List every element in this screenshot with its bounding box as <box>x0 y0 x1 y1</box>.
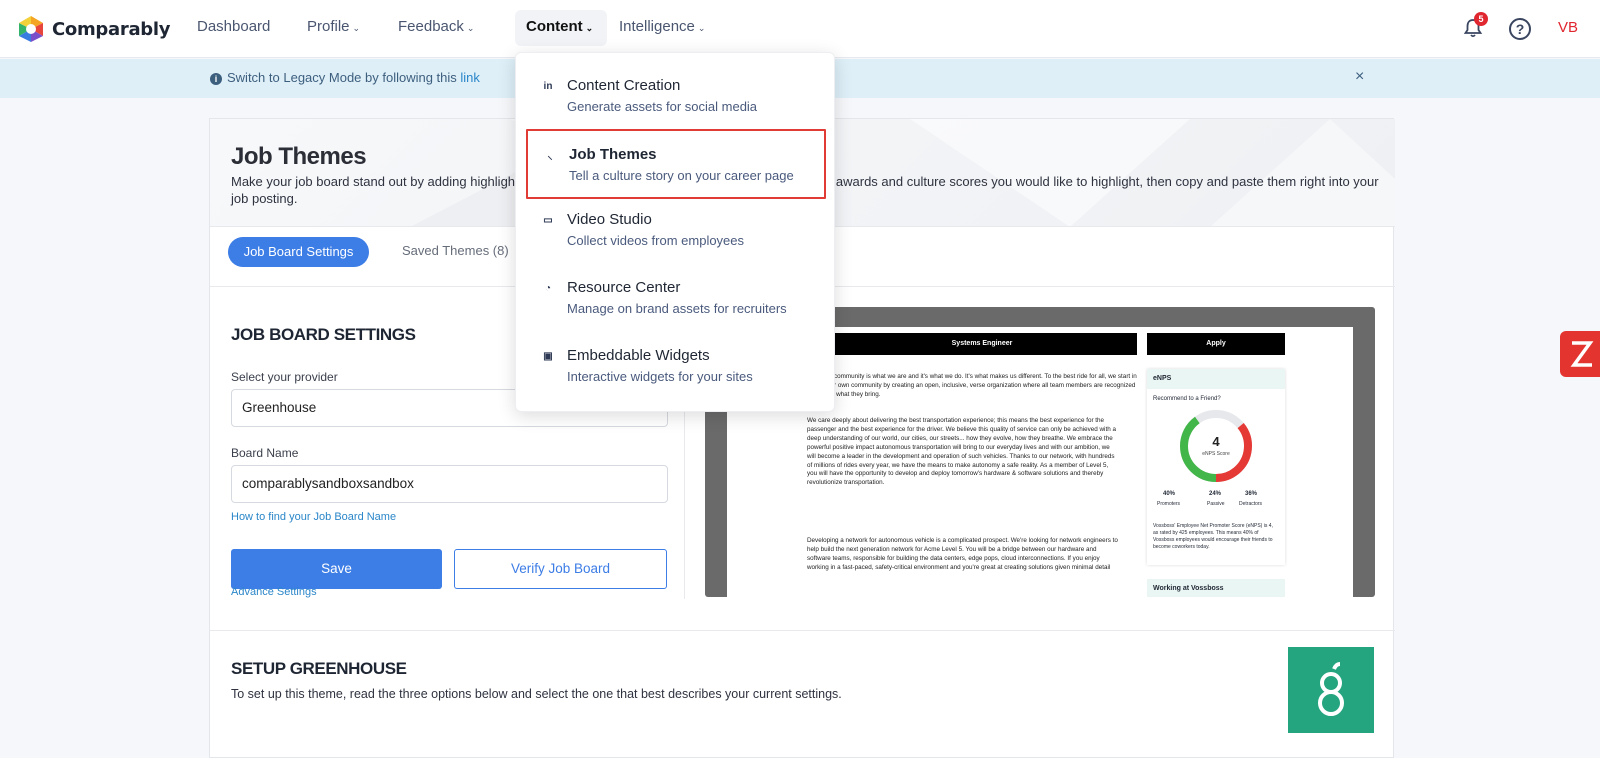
banner-message: i Switch to Legacy Mode by following this… <box>210 70 480 85</box>
save-button[interactable]: Save <box>231 549 442 589</box>
magic-wand-icon: ⸜ <box>547 151 553 162</box>
menu-item-title: Job Themes <box>569 146 657 163</box>
job-board-settings-heading: JOB BOARD SETTINGS <box>231 325 416 344</box>
menu-item-title: Resource Center <box>567 279 681 296</box>
preview-paragraph-2: We care deeply about delivering the best… <box>807 417 1116 487</box>
section-divider <box>210 630 1395 631</box>
banner-text: Switch to Legacy Mode by following this <box>227 70 461 85</box>
menu-item-job-themes[interactable]: ⸜ Job Themes Tell a culture story on you… <box>526 129 826 199</box>
enps-title: eNPS <box>1147 369 1285 389</box>
enps-promoters-pct: 40% <box>1163 491 1176 497</box>
preview-job-title: Systems Engineer <box>827 333 1137 355</box>
video-camera-icon: ▭ <box>543 215 553 226</box>
enps-detractors-label: Detractors <box>1239 501 1263 507</box>
menu-item-subtitle: Collect videos from employees <box>567 233 745 248</box>
enps-detractors-pct: 36% <box>1245 491 1258 497</box>
nav-intelligence-label: Intelligence <box>619 18 695 35</box>
enps-promoters-label: Promoters <box>1157 501 1181 507</box>
content-dropdown-menu: in Content Creation Generate assets for … <box>515 52 835 412</box>
notification-count-badge: 5 <box>1474 12 1488 26</box>
menu-item-subtitle: Tell a culture story on your career page <box>569 168 794 183</box>
legacy-mode-link[interactable]: link <box>460 70 480 85</box>
advance-settings-link[interactable]: Advance Settings <box>231 586 317 598</box>
nav-intelligence[interactable]: Intelligence ⌄ <box>619 18 705 35</box>
find-board-name-link[interactable]: How to find your Job Board Name <box>231 511 396 523</box>
app-name: Comparably <box>52 18 171 40</box>
preview-paragraph-3: Developing a network for autonomous vehi… <box>807 537 1118 571</box>
enps-widget: eNPS Recommend to a Friend? 4 eNPS Score… <box>1147 369 1285 565</box>
provider-label: Select your provider <box>231 370 338 384</box>
nav-content[interactable]: Content ⌄ <box>526 18 593 35</box>
board-name-input[interactable]: comparablysandboxsandbox <box>231 465 668 503</box>
menu-item-resource-center[interactable]: ◔ Resource Center Manage on brand assets… <box>526 269 826 335</box>
menu-item-title: Embeddable Widgets <box>567 347 710 364</box>
menu-item-title: Content Creation <box>567 77 681 94</box>
enps-score: 4 <box>1212 434 1220 449</box>
preview-paragraph-1: e, community is what we are and it's wha… <box>827 373 1137 398</box>
greenhouse-logo-icon <box>1318 662 1344 716</box>
close-icon[interactable]: × <box>1355 68 1364 86</box>
menu-item-video-studio[interactable]: ▭ Video Studio Collect videos from emplo… <box>526 201 826 267</box>
menu-item-content-creation[interactable]: in Content Creation Generate assets for … <box>526 67 826 133</box>
enps-question: Recommend to a Friend? <box>1153 396 1221 402</box>
menu-item-embeddable-widgets[interactable]: ▣ Embeddable Widgets Interactive widgets… <box>526 337 826 403</box>
menu-item-title: Video Studio <box>567 211 652 228</box>
enps-passive-pct: 24% <box>1209 491 1222 497</box>
resource-icon: ◔ <box>544 283 552 294</box>
enps-donut: 4 eNPS Score <box>1180 410 1252 482</box>
linkedin-icon: in <box>543 81 553 92</box>
nav-dashboard-label: Dashboard <box>197 18 271 35</box>
nav-profile-label: Profile <box>307 18 350 35</box>
nav-dashboard[interactable]: Dashboard <box>197 18 270 35</box>
comparably-logo-icon <box>19 16 43 42</box>
tab-saved-themes[interactable]: Saved Themes (8) <box>402 243 509 258</box>
help-icon[interactable]: ? <box>1509 18 1531 40</box>
chevron-down-icon: ⌄ <box>697 23 706 33</box>
provider-select-value: Greenhouse <box>242 400 317 415</box>
enps-passive-label: Passive <box>1207 501 1225 507</box>
page-description-part1: Make your job board stand out by adding … <box>231 174 519 189</box>
image-icon: ▣ <box>543 351 553 362</box>
menu-item-subtitle: Interactive widgets for your sites <box>567 369 753 384</box>
board-name-label: Board Name <box>231 446 299 460</box>
chevron-down-icon: ⌄ <box>466 23 475 33</box>
menu-item-subtitle: Generate assets for social media <box>567 99 758 114</box>
verify-job-board-button[interactable]: Verify Job Board <box>454 549 667 589</box>
side-widget-tab[interactable] <box>1560 331 1600 377</box>
nav-feedback-label: Feedback <box>398 18 464 35</box>
greenhouse-logo <box>1288 647 1374 733</box>
page-title: Job Themes <box>231 143 367 170</box>
nav-profile[interactable]: Profile ⌄ <box>307 18 360 35</box>
preview-apply-button: Apply <box>1147 333 1285 355</box>
setup-description: To set up this theme, read the three opt… <box>231 687 842 701</box>
comparably-logo[interactable]: Comparably <box>16 14 170 44</box>
user-avatar[interactable]: VB <box>1558 19 1578 36</box>
chevron-down-icon: ⌄ <box>352 23 361 33</box>
info-icon: i <box>210 73 222 85</box>
nav-feedback[interactable]: Feedback ⌄ <box>398 18 474 35</box>
tab-job-board-settings[interactable]: Job Board Settings <box>228 237 369 267</box>
setup-greenhouse-heading: SETUP GREENHOUSE <box>231 659 407 678</box>
nav-content-label: Content <box>526 18 583 35</box>
z-logo-icon <box>1570 341 1594 367</box>
chevron-down-icon: ⌄ <box>585 23 594 33</box>
working-at-panel-title: Working at Vossboss <box>1147 579 1285 597</box>
top-navigation: Comparably Dashboard Profile ⌄ Feedback ⌄ … <box>0 0 1600 58</box>
enps-score-label: eNPS Score <box>1202 451 1230 457</box>
enps-caption: Vossboss' Employee Net Promoter Score (e… <box>1153 523 1273 550</box>
menu-item-subtitle: Manage on brand assets for recruiters <box>567 301 787 316</box>
